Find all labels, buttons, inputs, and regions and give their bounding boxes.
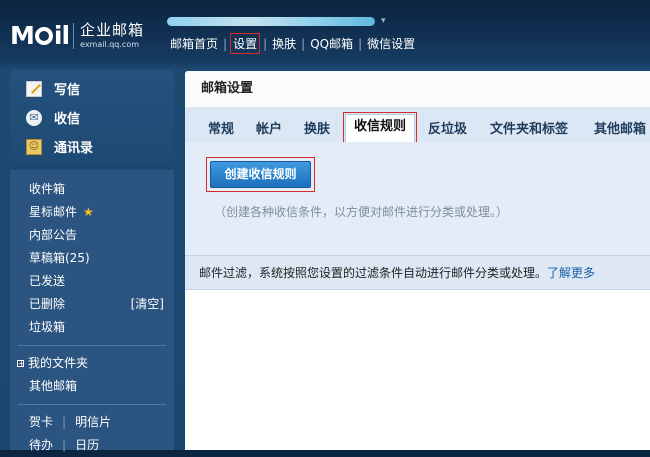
folder-label: 收件箱 [29,182,66,196]
learn-more-link[interactable]: 了解更多 [547,266,595,280]
logo-mark: Mil [10,21,70,50]
page-title: 邮箱设置 [185,71,650,107]
folder-label: 已删除 [29,297,66,311]
create-rule-button[interactable]: 创建收信规则 [210,161,311,188]
nav-separator: | [301,36,306,51]
tab-skin[interactable]: 换肤 [304,118,330,137]
account-switcher[interactable]: ▾ [167,14,387,28]
folder-announcements[interactable]: 内部公告 [10,224,174,247]
empty-trash-link[interactable]: [清空] [131,293,164,316]
quick-actions: 写信 收信 通讯录 [10,70,174,164]
folder-label: 垃圾箱 [29,320,66,334]
folder-label: 星标邮件 [29,205,78,219]
folder-starred[interactable]: 星标邮件 ★ [10,201,174,224]
greeting-card-link[interactable]: 贺卡 [29,411,53,434]
sidebar: 写信 收信 通讯录 收件箱 星标邮件 ★ 内部公告 草稿箱(25) 已发送 已删除… [10,70,174,452]
todo-link[interactable]: 待办 [29,434,53,457]
compose-icon [26,80,42,97]
rules-panel: 创建收信规则 （创建各种收信条件，以方便对邮件进行分类或处理。） [185,142,650,255]
folder-drafts[interactable]: 草稿箱(25) [10,247,174,270]
other-mailboxes[interactable]: 其他邮箱 [10,375,174,398]
tab-account[interactable]: 帐户 [256,118,282,137]
postcard-link[interactable]: 明信片 [75,411,111,434]
chevron-down-icon[interactable]: ▾ [381,16,386,26]
nav-wechat-settings[interactable]: 微信设置 [367,35,415,52]
folder-inbox[interactable]: 收件箱 [10,178,174,201]
filter-info-text: 邮件过滤，系统按照您设置的过滤条件自动进行邮件分类或处理。 [199,266,548,280]
top-nav: 邮箱首页 | 设置 | 换肤 | QQ邮箱 | 微信设置 [170,33,415,54]
logo-divider [73,23,75,49]
logo-product-name: 企业邮箱 [80,21,145,39]
receive-button[interactable]: 收信 [10,103,174,132]
exmail-logo[interactable]: Mil 企业邮箱 exmail.qq.com [10,20,144,52]
settings-tabs: 常规 帐户 换肤 收信规则 反垃圾 文件夹和标签 其他邮箱 [185,107,650,145]
tab-general[interactable]: 常规 [208,118,234,137]
folder-list: 收件箱 星标邮件 ★ 内部公告 草稿箱(25) 已发送 已删除 [清空] 垃圾箱 +… [10,170,174,452]
expand-icon[interactable]: + [17,360,25,368]
folder-label: 草稿箱(25) [29,251,90,265]
nav-skin[interactable]: 换肤 [272,35,296,52]
create-rule-hint: （创建各种收信条件，以方便对邮件进行分类或处理。） [214,205,509,219]
sidebar-divider [18,404,166,405]
tools-separator: | [62,415,67,429]
sidebar-divider [18,345,166,346]
folder-sent[interactable]: 已发送 [10,270,174,293]
folder-spam[interactable]: 垃圾箱 [10,316,174,339]
inbox-icon [26,109,42,126]
folder-deleted[interactable]: 已删除 [清空] [10,293,174,316]
logo-text: 企业邮箱 exmail.qq.com [80,23,144,49]
star-icon: ★ [83,205,94,219]
logo-url: exmail.qq.com [80,40,140,49]
folder-label: 其他邮箱 [29,379,78,393]
compose-button[interactable]: 写信 [10,74,174,103]
folder-label: 我的文件夹 [28,356,89,370]
nav-settings[interactable]: 设置 [230,33,261,54]
contacts-label: 通讯录 [54,141,94,156]
compose-label: 写信 [54,83,81,98]
folder-label: 内部公告 [29,228,78,242]
filter-info-bar: 邮件过滤，系统按照您设置的过滤条件自动进行邮件分类或处理。了解更多 [185,255,650,290]
nav-separator: | [358,36,363,51]
tools-row-1: 贺卡 | 明信片 [10,411,174,434]
tools-separator: | [62,438,67,452]
tab-folders-labels[interactable]: 文件夹和标签 [490,118,568,137]
folder-label: 已发送 [29,274,66,288]
create-rule-highlight: 创建收信规则 [206,157,315,192]
nav-separator: | [223,36,228,51]
settings-panel: 邮箱设置 常规 帐户 换肤 收信规则 反垃圾 文件夹和标签 其他邮箱 创建收信规… [185,71,650,450]
nav-mailbox-home[interactable]: 邮箱首页 [170,35,218,52]
receive-label: 收信 [54,112,81,127]
contacts-button[interactable]: 通讯录 [10,132,174,161]
nav-qq-mail[interactable]: QQ邮箱 [310,35,353,52]
tools-row-2: 待办 | 日历 [10,434,174,457]
tab-anti-spam[interactable]: 反垃圾 [428,118,467,137]
tab-mail-rules[interactable]: 收信规则 [342,112,418,145]
logo-ring-icon [34,27,53,45]
redacted-account-name [167,17,375,26]
tab-other-mailboxes[interactable]: 其他邮箱 [594,118,646,137]
my-folders[interactable]: + 我的文件夹 [10,352,174,375]
top-header: Mil 企业邮箱 exmail.qq.com ▾ 邮箱首页 | 设置 | 换肤 … [0,0,650,64]
nav-separator: | [263,36,268,51]
contacts-icon [26,138,42,155]
calendar-link[interactable]: 日历 [75,434,99,457]
